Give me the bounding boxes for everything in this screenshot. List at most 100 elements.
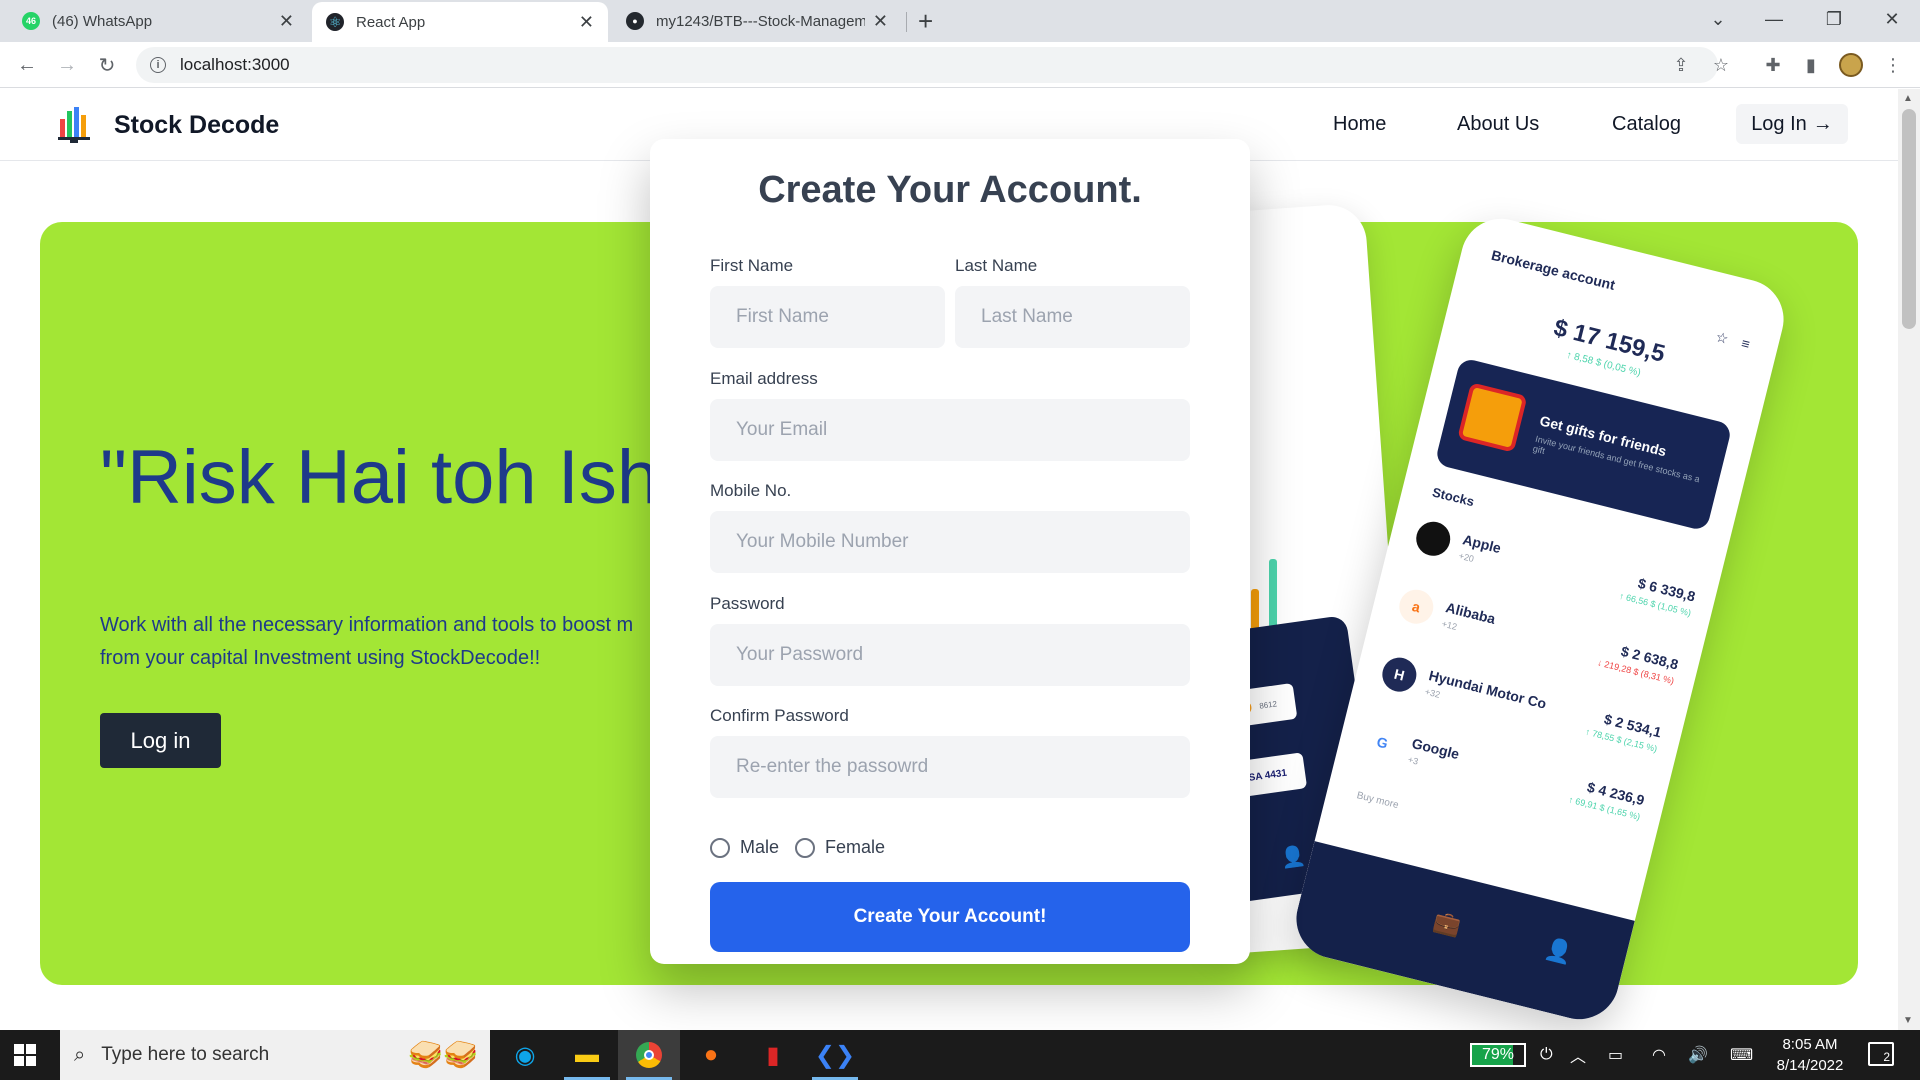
search-placeholder: Type here to search <box>101 1044 270 1065</box>
close-tab-icon[interactable]: ✕ <box>279 11 294 32</box>
taskbar-search-box[interactable]: ⌕ Type here to search 🥪🥪 <box>60 1030 490 1080</box>
address-bar[interactable]: i localhost:3000 <box>136 47 1718 83</box>
bookmark-star-icon[interactable]: ☆ <box>1708 52 1734 78</box>
brokerage-title: Brokerage account <box>1489 246 1617 293</box>
search-icon: ⌕ <box>74 1043 86 1066</box>
alibaba-logo-icon: a <box>1395 586 1437 628</box>
tab-title: my1243/BTB---Stock-Manageme <box>656 12 865 30</box>
star-icon: ☆ <box>1714 328 1731 347</box>
google-logo-icon: G <box>1361 721 1404 764</box>
nav-login-button[interactable]: Log In → <box>1736 104 1848 144</box>
form-title: Create Your Account. <box>758 169 1142 211</box>
gift-icon <box>1457 382 1528 453</box>
react-icon: ⚛ <box>326 13 344 31</box>
stock-chart-logo-icon <box>58 107 90 143</box>
stock-count: +32 <box>1423 686 1442 700</box>
battery-percent: 79% <box>1481 1046 1515 1063</box>
battery-indicator[interactable]: 79% <box>1470 1043 1526 1067</box>
male-label: Male <box>740 837 780 857</box>
confirm-password-label: Confirm Password <box>710 706 849 725</box>
clock-date: 8/14/2022 <box>1776 1057 1844 1074</box>
nav-catalog-link[interactable]: Catalog <box>1612 113 1681 136</box>
notification-center-icon[interactable]: 2 <box>1868 1042 1894 1066</box>
tab-search-icon[interactable]: ⌄ <box>1690 0 1746 38</box>
stock-name: Hyundai Motor Co <box>1427 667 1549 712</box>
reload-icon[interactable]: ↻ <box>92 50 122 80</box>
phone-bottom-bar: 💼 👤 <box>1287 841 1635 1028</box>
hero-login-button[interactable]: Log in <box>100 713 221 768</box>
show-hidden-icons[interactable]: ︿ <box>1570 1030 1586 1080</box>
user-icon: 👤 <box>1542 935 1576 967</box>
nav-home-link[interactable]: Home <box>1333 113 1386 136</box>
windows-start-icon[interactable] <box>14 1044 36 1066</box>
battery-icon[interactable]: ▭ <box>1608 1030 1623 1080</box>
password-input[interactable] <box>710 624 1190 686</box>
page-scrollbar[interactable]: ▲ ▼ <box>1898 89 1920 1030</box>
edge-icon[interactable]: ◉ <box>494 1030 556 1080</box>
filter-icon: ≡ <box>1739 334 1752 353</box>
web-page: Stock Decode Home About Us Catalog Log I… <box>0 89 1898 1030</box>
scrollbar-thumb[interactable] <box>1902 109 1916 329</box>
brand-name[interactable]: Stock Decode <box>114 111 279 140</box>
confirm-password-input[interactable] <box>710 736 1190 798</box>
male-radio[interactable] <box>710 837 730 858</box>
power-plug-icon[interactable]: ⏻ <box>1540 1030 1553 1080</box>
close-tab-icon[interactable]: ✕ <box>579 12 594 33</box>
github-icon: ● <box>626 12 644 30</box>
stock-count: +3 <box>1406 754 1420 767</box>
gender-radio-group: Male Female <box>710 837 885 858</box>
firefox-icon[interactable]: ● <box>680 1030 742 1080</box>
card-number: 8612 <box>1258 698 1278 711</box>
user-icon: 👤 <box>1279 844 1308 871</box>
password-label: Password <box>710 594 785 613</box>
share-icon[interactable]: ⇪ <box>1668 52 1694 78</box>
last-name-input[interactable] <box>955 286 1190 348</box>
tab-title: React App <box>356 13 426 31</box>
login-label: Log In <box>1751 112 1807 135</box>
apple-logo-icon <box>1412 518 1454 560</box>
briefcase-icon: 💼 <box>1431 907 1464 939</box>
tab-react-app[interactable]: ⚛ React App ✕ <box>312 2 608 42</box>
profile-avatar-icon[interactable] <box>1838 52 1864 78</box>
chrome-icon[interactable] <box>618 1030 680 1080</box>
extensions-icon[interactable]: ✚ <box>1760 52 1786 78</box>
taskbar-clock[interactable]: 8:05 AM 8/14/2022 <box>1762 1034 1858 1076</box>
vscode-icon[interactable]: ❮❯ <box>804 1030 866 1080</box>
mobile-input[interactable] <box>710 511 1190 573</box>
file-explorer-icon[interactable]: ▬ <box>556 1030 618 1080</box>
first-name-label: First Name <box>710 256 794 275</box>
tab-whatsapp[interactable]: 46 (46) WhatsApp ✕ <box>8 0 308 42</box>
office-icon[interactable]: ▮ <box>742 1030 804 1080</box>
first-name-input[interactable] <box>710 286 945 348</box>
back-icon[interactable]: ← <box>12 50 42 80</box>
wifi-icon[interactable]: ◠ <box>1652 1030 1666 1080</box>
forward-icon[interactable]: → <box>52 50 82 80</box>
nav-about-link[interactable]: About Us <box>1457 113 1539 136</box>
email-input[interactable] <box>710 399 1190 461</box>
tab-title: (46) WhatsApp <box>52 12 153 30</box>
site-info-icon[interactable]: i <box>150 57 166 73</box>
scroll-down-icon[interactable]: ▼ <box>1903 1015 1913 1026</box>
close-window-button[interactable]: ✕ <box>1864 0 1920 38</box>
female-label: Female <box>825 837 886 857</box>
keyboard-icon[interactable]: ⌨ <box>1730 1030 1753 1080</box>
volume-icon[interactable]: 🔊 <box>1688 1030 1708 1080</box>
stock-count: +20 <box>1457 550 1475 565</box>
tab-separator <box>906 12 907 32</box>
female-radio[interactable] <box>795 837 816 858</box>
mobile-label: Mobile No. <box>710 481 792 500</box>
close-tab-icon[interactable]: ✕ <box>873 11 888 32</box>
restore-button[interactable]: ❐ <box>1806 0 1862 38</box>
windows-taskbar: ⌕ Type here to search 🥪🥪 ◉ ▬ ● ▮ ❮❯ 79% … <box>0 1030 1920 1080</box>
new-tab-button[interactable]: + <box>918 6 933 37</box>
stock-count: +12 <box>1440 618 1459 632</box>
tab-github[interactable]: ● my1243/BTB---Stock-Manageme ✕ <box>612 0 902 42</box>
menu-kebab-icon[interactable]: ⋮ <box>1880 52 1906 78</box>
side-panel-icon[interactable]: ▮ <box>1798 52 1824 78</box>
email-label: Email address <box>710 369 818 388</box>
sandwich-icon: 🥪🥪 <box>408 1039 478 1070</box>
minimize-button[interactable]: — <box>1746 0 1802 38</box>
create-account-button[interactable]: Create Your Account! <box>710 882 1190 952</box>
clock-time: 8:05 AM <box>1782 1036 1838 1053</box>
scroll-up-icon[interactable]: ▲ <box>1903 93 1913 104</box>
